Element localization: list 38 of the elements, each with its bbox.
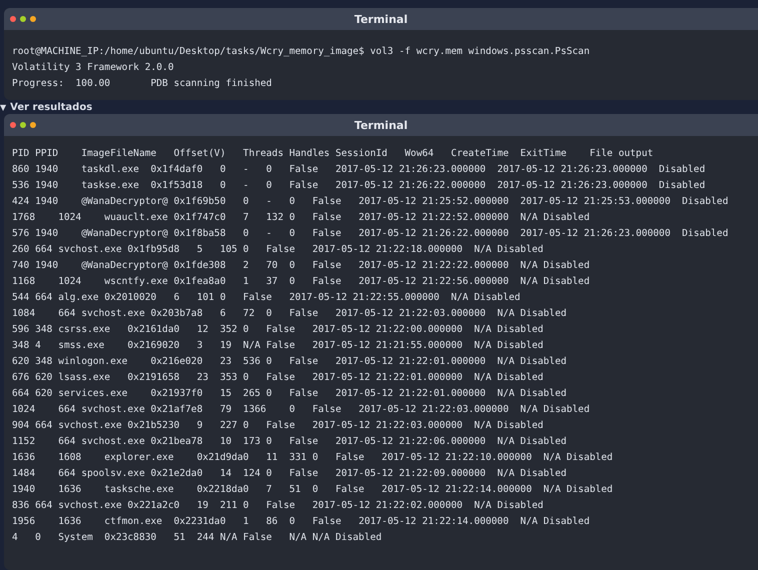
output-line: 1084 664 svchost.exe 0x203b7a8 6 72 0 False 2017-05-12 21:22:03.000000 N/A Disabled	[12, 307, 567, 321]
output-line: 596 348 csrss.exe 0x2161da0 12 352 0 False 2017-05-12 21:22:00.000000 N/A Disabled	[12, 323, 544, 337]
output-line: 740 1940 @WanaDecryptor@ 0x1fde308 2 70 0 False 2017-05-12 21:22:22.000000 N/A Disabled	[12, 259, 590, 273]
output-line: 676 620 lsass.exe 0x2191658 23 353 0 False 2017-05-12 21:22:01.000000 N/A Disabled	[12, 371, 544, 385]
output-line: 620 348 winlogon.exe 0x216e020 23 536 0 False 2017-05-12 21:22:01.000000 N/A Disabled	[12, 355, 567, 369]
output-line: PID PPID ImageFileName Offset(V) Threads Handles SessionId Wow64 CreateTime ExitTime File output	[12, 147, 654, 161]
output-line: 576 1940 @WanaDecryptor@ 0x1f8ba58 0 - 0 False 2017-05-12 21:26:22.000000 2017-05-12 21:26:23.000000 Disabled	[12, 227, 728, 241]
output-line: 904 664 svchost.exe 0x21b5230 9 227 0 False 2017-05-12 21:22:03.000000 N/A Disabled	[12, 419, 544, 433]
output-line: 536 1940 taskse.exe 0x1f53d18 0 - 0 False 2017-05-12 21:26:22.000000 2017-05-12 21:26:23.000000 Disabled	[12, 179, 706, 193]
output-line: 424 1940 @WanaDecryptor@ 0x1f69b50 0 - 0 False 2017-05-12 21:25:52.000000 2017-05-12 21:25:53.000000 Disabled	[12, 195, 728, 209]
close-icon[interactable]	[10, 16, 16, 22]
minimize-icon[interactable]	[20, 16, 26, 22]
output-line: root@MACHINE_IP:/home/ubuntu/Desktop/tasks/Wcry_memory_image$ vol3 -f wcry.mem windows.psscan.PsScan	[12, 45, 590, 59]
output-line: 1768 1024 wuauclt.exe 0x1f747c0 7 132 0 False 2017-05-12 21:22:52.000000 N/A Disabled	[12, 211, 590, 225]
output-line: 1168 1024 wscntfy.exe 0x1fea8a0 1 37 0 False 2017-05-12 21:22:56.000000 N/A Disabled	[12, 275, 590, 289]
output-line: 544 664 alg.exe 0x2010020 6 101 0 False 2017-05-12 21:22:55.000000 N/A Disabled	[12, 291, 520, 305]
output-line: 664 620 services.exe 0x21937f0 15 265 0 False 2017-05-12 21:22:01.000000 N/A Disabled	[12, 387, 567, 401]
output-line: 348 4 smss.exe 0x2169020 3 19 N/A False 2017-05-12 21:21:55.000000 N/A Disabled	[12, 339, 544, 353]
output-line: 1956 1636 ctfmon.exe 0x2231da0 1 86 0 False 2017-05-12 21:22:14.000000 N/A Disabled	[12, 515, 590, 529]
output-line: 1484 664 spoolsv.exe 0x21e2da0 14 124 0 False 2017-05-12 21:22:09.000000 N/A Disabled	[12, 467, 567, 481]
maximize-icon[interactable]	[30, 16, 36, 22]
output-line: 4 0 System 0x23c8830 51 244 N/A False N/A N/A Disabled	[12, 531, 382, 545]
minimize-icon[interactable]	[20, 122, 26, 128]
output-line: 1024 664 svchost.exe 0x21af7e8 79 1366 0 False 2017-05-12 21:22:03.000000 N/A Disabled	[12, 403, 590, 417]
window-title: Terminal	[354, 118, 408, 132]
window-title: Terminal	[354, 12, 408, 26]
output-line: Volatility 3 Framework 2.0.0	[12, 61, 174, 75]
maximize-icon[interactable]	[30, 122, 36, 128]
output-line: 836 664 svchost.exe 0x221a2c0 19 211 0 False 2017-05-12 21:22:02.000000 N/A Disabled	[12, 499, 544, 513]
output-line: 1940 1636 tasksche.exe 0x2218da0 7 51 0 False 2017-05-12 21:22:14.000000 N/A Disabled	[12, 483, 613, 497]
results-toggle[interactable]: ▼ Ver resultados	[0, 101, 92, 114]
close-icon[interactable]	[10, 122, 16, 128]
output-line: Progress: 100.00 PDB scanning finished	[12, 77, 272, 91]
caret-icon: ▼	[0, 103, 6, 112]
output-line: 1636 1608 explorer.exe 0x21d9da0 11 331 0 False 2017-05-12 21:22:10.000000 N/A Disabled	[12, 451, 613, 465]
output-line: 860 1940 taskdl.exe 0x1f4daf0 0 - 0 False 2017-05-12 21:26:23.000000 2017-05-12 21:26:23.000000 Disabled	[12, 163, 706, 177]
output-line: 260 664 svchost.exe 0x1fb95d8 5 105 0 False 2017-05-12 21:22:18.000000 N/A Disabled	[12, 243, 544, 257]
output-line: 1152 664 svchost.exe 0x21bea78 10 173 0 False 2017-05-12 21:22:06.000000 N/A Disabled	[12, 435, 567, 449]
